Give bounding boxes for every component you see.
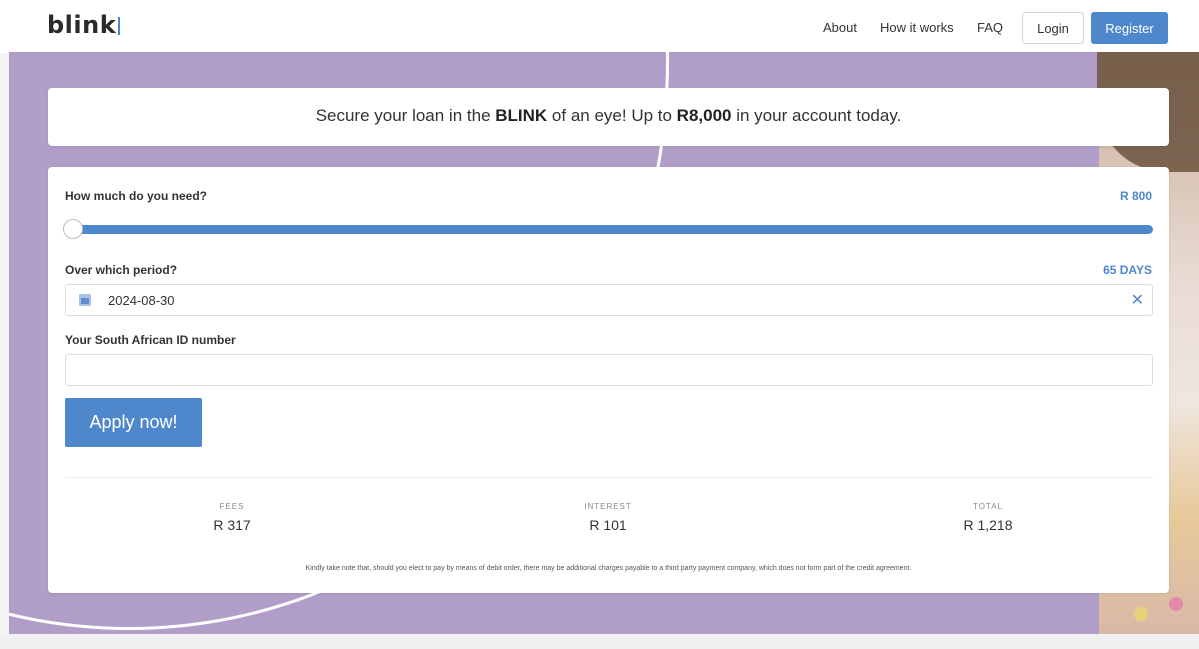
total-summary: TOTAL R 1,218: [888, 502, 1088, 533]
fees-value: R 317: [213, 517, 251, 533]
dress-flower-icon: [1169, 597, 1183, 611]
form-divider: [65, 477, 1153, 478]
interest-value: R 101: [589, 517, 627, 533]
period-value: 65 DAYS: [1103, 263, 1152, 277]
logo-text: blink: [47, 11, 117, 39]
total-label: TOTAL: [972, 502, 1004, 511]
total-value: R 1,218: [963, 517, 1013, 533]
nav-how-it-works[interactable]: How it works: [880, 20, 954, 35]
id-number-label: Your South African ID number: [65, 333, 236, 347]
register-button[interactable]: Register: [1091, 12, 1168, 44]
amount-value: R 800: [1119, 189, 1152, 203]
interest-label: INTEREST: [584, 502, 632, 511]
fees-label: FEES: [219, 502, 245, 511]
apply-now-button[interactable]: Apply now!: [65, 398, 202, 447]
fees-summary: FEES R 317: [132, 502, 332, 533]
period-label: Over which period?: [65, 263, 178, 277]
logo-bar: [118, 17, 121, 35]
date-value: 2024-08-30: [108, 293, 175, 308]
id-number-input[interactable]: [65, 354, 1153, 386]
headline-part: in your account today.: [731, 106, 902, 125]
headline-text: Secure your loan in the BLINK of an eye!…: [48, 106, 1169, 126]
headline-part: of an eye! Up to: [547, 106, 677, 125]
headline-card: Secure your loan in the BLINK of an eye!…: [48, 88, 1169, 146]
footer-strip: [0, 634, 1199, 649]
blink-logo[interactable]: blink: [47, 11, 121, 39]
nav-faq[interactable]: FAQ: [977, 20, 1003, 35]
amount-slider-thumb[interactable]: [63, 219, 83, 239]
headline-part: Secure your loan in the: [315, 106, 496, 125]
close-icon[interactable]: ✕: [1131, 290, 1144, 310]
dress-flower-icon: [1134, 607, 1148, 621]
headline-max-amount: R8,000: [676, 106, 732, 125]
debit-order-disclaimer: Kindly take note that, should you elect …: [305, 565, 912, 572]
nav-about[interactable]: About: [823, 20, 857, 35]
top-navbar: blink About How it works FAQ Login Regis…: [0, 0, 1199, 53]
interest-summary: INTEREST R 101: [508, 502, 708, 533]
headline-brand: BLINK: [495, 106, 548, 125]
loan-form-card: How much do you need? R 800 Over which p…: [48, 167, 1169, 593]
date-picker-field[interactable]: 2024-08-30 ✕: [65, 284, 1153, 316]
login-button[interactable]: Login: [1022, 12, 1084, 44]
amount-label: How much do you need?: [65, 189, 208, 203]
calendar-icon[interactable]: [79, 294, 91, 306]
amount-slider-track[interactable]: [65, 225, 1153, 234]
